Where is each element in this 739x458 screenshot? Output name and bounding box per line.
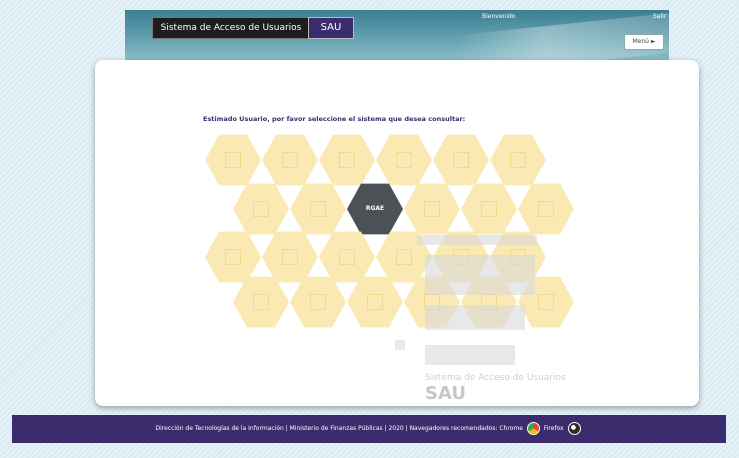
system-hex-tile[interactable] (433, 134, 489, 186)
watermark-block (417, 235, 537, 245)
system-hex-tile[interactable] (290, 183, 346, 235)
system-hex-tile[interactable] (347, 276, 403, 328)
watermark-block (425, 305, 525, 330)
selection-prompt: Estimado Usuario, por favor seleccione e… (203, 115, 466, 123)
chrome-icon[interactable] (526, 422, 540, 435)
watermark-title: Sistema de Acceso de Usuarios (425, 373, 566, 383)
sau-badge: SAU (308, 17, 354, 39)
watermark-block (425, 255, 535, 295)
system-hex-tile[interactable] (233, 276, 289, 328)
system-hex-tile[interactable] (233, 183, 289, 235)
welcome-text: Bienvenido (482, 13, 516, 20)
system-hex-tile[interactable] (461, 183, 517, 235)
watermark-block (395, 340, 405, 350)
system-hex-tile[interactable] (319, 231, 375, 283)
system-hex-tile[interactable] (404, 183, 460, 235)
firefox-label: Firefox (543, 425, 564, 432)
system-hex-tile[interactable] (205, 231, 261, 283)
main-card: Estimado Usuario, por favor seleccione e… (95, 60, 699, 406)
system-hex-tile[interactable] (518, 183, 574, 235)
menu-button[interactable]: Menú ► (624, 34, 664, 50)
system-hex-tile[interactable] (319, 134, 375, 186)
system-hex-tile[interactable] (290, 276, 346, 328)
firefox-icon[interactable] (567, 422, 581, 435)
watermark-sau: SAU (425, 383, 466, 404)
system-title: Sistema de Acceso de Usuarios (152, 17, 310, 39)
system-hex-tile[interactable] (205, 134, 261, 186)
system-hex-tile[interactable] (490, 134, 546, 186)
watermark-block (425, 345, 515, 365)
system-hex-rgae[interactable]: RGAE (347, 183, 403, 235)
logout-link[interactable]: Salir (653, 13, 666, 20)
system-hex-tile[interactable] (262, 134, 318, 186)
system-hex-tile[interactable] (262, 231, 318, 283)
footer-text: Dirección de Tecnologías de la Informaci… (155, 425, 523, 432)
system-hex-tile[interactable] (376, 134, 432, 186)
footer-bar: Dirección de Tecnologías de la Informaci… (12, 415, 726, 443)
